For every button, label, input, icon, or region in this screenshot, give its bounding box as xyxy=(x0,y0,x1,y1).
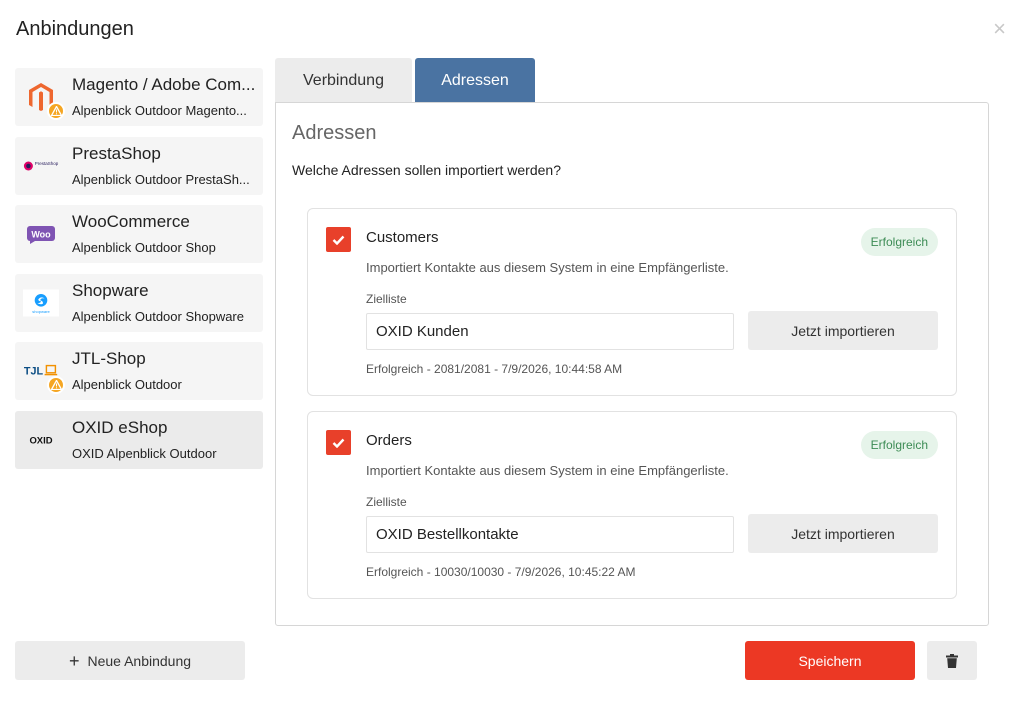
trash-icon xyxy=(946,653,958,668)
tab-bar: Verbindung Adressen xyxy=(275,58,535,103)
status-badge: Erfolgreich xyxy=(860,431,938,459)
sidebar-item-subtitle: Alpenblick Outdoor PrestaSh... xyxy=(72,171,250,187)
sidebar-item-name: OXID eShop xyxy=(72,417,168,437)
import-now-button[interactable]: Jetzt importieren xyxy=(748,514,938,553)
save-button[interactable]: Speichern xyxy=(745,641,915,680)
oxid-logo-text: OXID xyxy=(29,435,52,446)
sidebar-item-shopware[interactable]: shopware Shopware Alpenblick Outdoor Sho… xyxy=(15,273,263,332)
shopware-logo-icon: shopware xyxy=(23,287,59,319)
warning-icon xyxy=(47,102,65,120)
warning-icon xyxy=(47,376,65,394)
target-list-label: Zielliste xyxy=(366,292,407,306)
new-connection-label: Neue Anbindung xyxy=(87,652,192,669)
status-badge: Erfolgreich xyxy=(860,228,938,256)
import-card-customers: Customers Erfolgreich Importiert Kontakt… xyxy=(307,208,957,396)
card-description: Importiert Kontakte aus diesem System in… xyxy=(366,463,729,478)
sidebar-item-name: JTL-Shop xyxy=(72,349,146,368)
tab-verbindung[interactable]: Verbindung xyxy=(275,58,412,103)
checkmark-icon xyxy=(332,438,345,448)
customers-checkbox[interactable] xyxy=(326,227,351,252)
prestashop-logo-text: PrestaShop xyxy=(35,161,59,166)
connections-dialog: Anbindungen × Magento / Adobe Com... Alp… xyxy=(0,0,1022,710)
target-list-input[interactable]: OXID Kunden xyxy=(366,313,734,350)
woocommerce-logo-icon: Woo xyxy=(23,218,59,250)
sidebar-item-jtl-shop[interactable]: TJL JTL-Shop Alpenblick Outdoor xyxy=(15,342,263,400)
import-now-button[interactable]: Jetzt importieren xyxy=(748,311,938,350)
sidebar-item-prestashop[interactable]: PrestaShop PrestaShop Alpenblick Outdoor… xyxy=(15,136,263,195)
panel-title: Adressen xyxy=(292,122,377,144)
addresses-panel: Adressen Welche Adressen sollen importie… xyxy=(275,102,989,626)
card-title: Orders xyxy=(366,432,412,449)
target-list-input[interactable]: OXID Bestellkontakte xyxy=(366,516,734,553)
card-description: Importiert Kontakte aus diesem System in… xyxy=(366,260,729,275)
sidebar-item-woocommerce[interactable]: Woo WooCommerce Alpenblick Outdoor Shop xyxy=(15,205,263,263)
checkmark-icon xyxy=(332,235,345,245)
tab-adressen[interactable]: Adressen xyxy=(415,58,535,103)
close-icon[interactable]: × xyxy=(993,18,1006,40)
shopware-logo-text: shopware xyxy=(32,308,50,313)
import-card-orders: Orders Erfolgreich Importiert Kontakte a… xyxy=(307,411,957,599)
new-connection-button[interactable]: + Neue Anbindung xyxy=(15,641,245,680)
orders-checkbox[interactable] xyxy=(326,430,351,455)
import-status-text: Erfolgreich - 2081/2081 - 7/9/2026, 10:4… xyxy=(366,362,623,376)
sidebar-item-name: WooCommerce xyxy=(72,212,190,231)
sidebar-item-oxid-eshop[interactable]: OXID OXID eShop OXID Alpenblick Outdoor xyxy=(15,410,263,469)
sidebar-item-subtitle: OXID Alpenblick Outdoor xyxy=(72,445,217,461)
delete-button[interactable] xyxy=(927,641,977,680)
woocommerce-logo-text: Woo xyxy=(31,230,51,240)
plus-icon: + xyxy=(68,650,80,671)
sidebar-item-name: PrestaShop xyxy=(72,143,161,163)
oxid-logo-icon: OXID xyxy=(23,424,59,456)
sidebar-item-subtitle: Alpenblick Outdoor Magento... xyxy=(72,103,247,118)
connections-sidebar: Magento / Adobe Com... Alpenblick Outdoo… xyxy=(15,68,263,479)
dialog-title: Anbindungen xyxy=(16,18,134,40)
sidebar-item-subtitle: Alpenblick Outdoor xyxy=(72,377,182,392)
sidebar-item-subtitle: Alpenblick Outdoor Shopware xyxy=(72,308,244,324)
sidebar-item-name: Magento / Adobe Com... xyxy=(72,75,256,94)
sidebar-item-subtitle: Alpenblick Outdoor Shop xyxy=(72,240,216,255)
panel-question: Welche Adressen sollen importiert werden… xyxy=(292,162,561,178)
sidebar-item-name: Shopware xyxy=(72,280,149,300)
card-title: Customers xyxy=(366,229,439,246)
sidebar-item-magento[interactable]: Magento / Adobe Com... Alpenblick Outdoo… xyxy=(15,68,263,126)
target-list-label: Zielliste xyxy=(366,495,407,509)
jtl-logo-text: TJL xyxy=(24,366,44,378)
import-status-text: Erfolgreich - 10030/10030 - 7/9/2026, 10… xyxy=(366,565,636,579)
prestashop-logo-icon: PrestaShop xyxy=(23,150,59,182)
